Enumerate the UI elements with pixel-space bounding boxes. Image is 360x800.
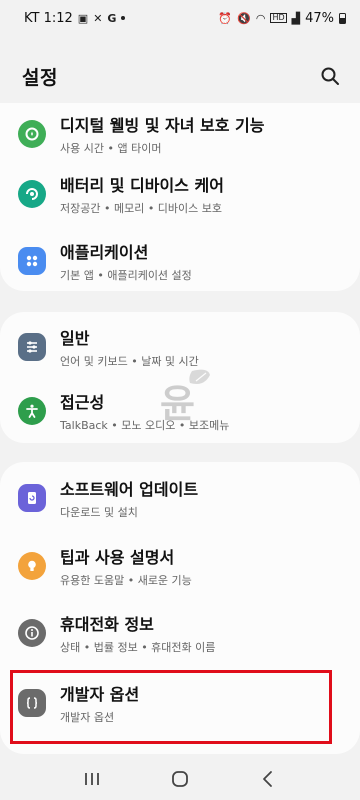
tips-icon (18, 552, 46, 580)
home-icon (172, 771, 188, 787)
phone-info-icon (18, 619, 46, 647)
item-digital-wellbeing[interactable]: 디지털 웰빙 및 자녀 보호 기능 사용 시간 • 앱 타이머 (0, 101, 360, 167)
item-general-management[interactable]: 일반 언어 및 키보드 • 날짜 및 시간 (0, 314, 360, 380)
item-device-care[interactable]: 배터리 및 디바이스 케어 저장공간 • 메모리 • 디바이스 보호 (0, 161, 360, 227)
back-button[interactable] (248, 764, 288, 794)
item-title: 소프트웨어 업데이트 (60, 480, 199, 499)
header: 설정 (0, 56, 360, 96)
mute-icon: 🔇 (237, 11, 251, 25)
page-title: 설정 (22, 66, 58, 89)
settings-group-apps: 디지털 웰빙 및 자녀 보호 기능 사용 시간 • 앱 타이머 배터리 및 디바… (0, 103, 360, 291)
wifi-icon: ◠ (255, 11, 266, 25)
item-subtitle: 다운로드 및 설치 (60, 506, 138, 519)
item-subtitle: 기본 앱 • 애플리케이션 설정 (60, 269, 192, 282)
status-right: ⏰ 🔇 ◠ HD ▟ 47% (218, 11, 346, 26)
item-title: 팁과 사용 설명서 (60, 548, 175, 567)
home-button[interactable] (160, 764, 200, 794)
volte-icon: HD (270, 13, 287, 23)
signal-icon: ▟ (291, 11, 301, 25)
item-subtitle: 상태 • 법률 정보 • 휴대전화 이름 (60, 641, 216, 654)
image-notification-icon: ▣ (77, 11, 89, 25)
item-title: 휴대전화 정보 (60, 615, 154, 634)
google-icon: G (107, 11, 117, 25)
search-icon (321, 67, 339, 85)
item-title: 개발자 옵션 (60, 685, 140, 704)
carrier-time: KT 1:12 (24, 10, 73, 26)
recent-apps-button[interactable] (72, 764, 112, 794)
missed-call-icon: ✕ (93, 11, 103, 25)
item-subtitle: TalkBack • 모노 오디오 • 보조메뉴 (60, 419, 230, 432)
item-title: 애플리케이션 (60, 243, 149, 262)
recent-apps-icon (85, 773, 99, 785)
device-care-icon (18, 180, 46, 208)
item-title: 일반 (60, 329, 90, 348)
item-title: 배터리 및 디바이스 케어 (60, 176, 224, 195)
more-notifications-icon (121, 16, 126, 20)
apps-icon (18, 247, 46, 275)
general-management-icon (18, 333, 46, 361)
item-tips[interactable]: 팁과 사용 설명서 유용한 도움말 • 새로운 기능 (0, 533, 360, 599)
search-button[interactable] (318, 64, 342, 88)
developer-options-icon (18, 689, 46, 717)
status-left: KT 1:12 ▣ ✕ G (24, 10, 126, 26)
item-subtitle: 언어 및 키보드 • 날짜 및 시간 (60, 355, 199, 368)
item-developer-options[interactable]: 개발자 옵션 개발자 옵션 (0, 670, 360, 736)
item-accessibility[interactable]: 접근성 TalkBack • 모노 오디오 • 보조메뉴 (0, 378, 360, 444)
item-title: 디지털 웰빙 및 자녀 보호 기능 (60, 116, 265, 135)
accessibility-icon (18, 397, 46, 425)
software-update-icon (18, 484, 46, 512)
status-bar: KT 1:12 ▣ ✕ G ⏰ 🔇 ◠ HD ▟ 47% (0, 0, 360, 36)
settings-group-about: 소프트웨어 업데이트 다운로드 및 설치 팁과 사용 설명서 유용한 도움말 •… (0, 462, 360, 754)
alarm-icon: ⏰ (218, 11, 233, 25)
back-icon (263, 771, 272, 787)
battery-icon (339, 12, 346, 24)
item-subtitle: 개발자 옵션 (60, 711, 115, 724)
item-applications[interactable]: 애플리케이션 기본 앱 • 애플리케이션 설정 (0, 228, 360, 294)
digital-wellbeing-icon (18, 120, 46, 148)
item-subtitle: 사용 시간 • 앱 타이머 (60, 142, 162, 155)
item-subtitle: 유용한 도움말 • 새로운 기능 (60, 574, 192, 587)
item-subtitle: 저장공간 • 메모리 • 디바이스 보호 (60, 202, 223, 215)
item-software-update[interactable]: 소프트웨어 업데이트 다운로드 및 설치 (0, 465, 360, 531)
navigation-bar (0, 758, 360, 800)
item-title: 접근성 (60, 393, 105, 412)
item-phone-info[interactable]: 휴대전화 정보 상태 • 법률 정보 • 휴대전화 이름 (0, 600, 360, 666)
settings-group-general: 일반 언어 및 키보드 • 날짜 및 시간 접근성 TalkBack • 모노 … (0, 312, 360, 443)
battery-percent: 47% (305, 10, 334, 26)
